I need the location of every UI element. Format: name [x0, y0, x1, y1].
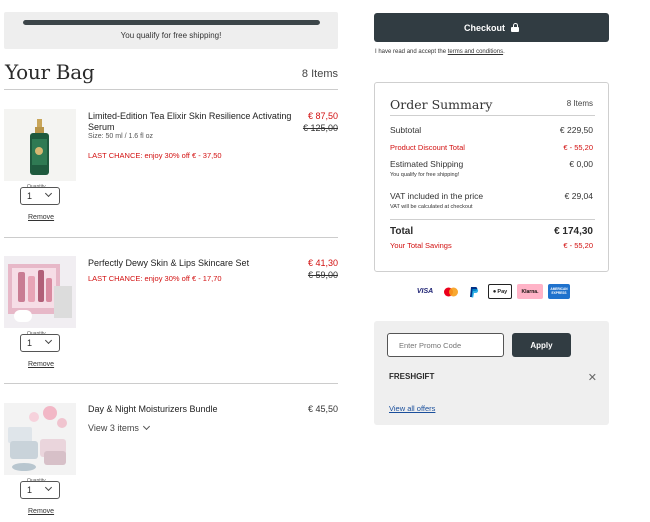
shipping-message: You qualify for free shipping!: [120, 31, 222, 40]
checkout-button[interactable]: Checkout: [374, 13, 609, 42]
product-image-serum[interactable]: [4, 109, 76, 181]
terms-prefix: I have read and accept the: [375, 49, 448, 55]
quantity-value: 1: [27, 191, 33, 201]
vat-value: € 29,04: [564, 191, 593, 201]
visa-icon: VISA: [416, 288, 434, 295]
order-summary-title: Order Summary: [390, 97, 493, 112]
paypal-icon: [465, 284, 483, 299]
shipping-label: Estimated Shipping: [390, 159, 464, 169]
quantity-select[interactable]: 1: [20, 187, 60, 205]
remove-link[interactable]: Remove: [28, 361, 54, 368]
view-all-offers-link[interactable]: View all offers: [389, 404, 435, 413]
divider: [4, 89, 338, 90]
view-items-toggle[interactable]: View 3 items: [88, 422, 150, 433]
total-value: € 174,30: [554, 226, 593, 237]
terms-link[interactable]: terms and conditions: [448, 49, 503, 55]
mastercard-icon: [442, 284, 460, 299]
divider: [390, 115, 595, 116]
free-shipping-banner: You qualify for free shipping!: [4, 12, 338, 49]
total-label: Total: [390, 226, 414, 237]
subtotal-value: € 229,50: [559, 125, 593, 135]
savings-label: Your Total Savings: [390, 241, 452, 250]
quantity-value: 1: [27, 485, 33, 495]
lock-icon: [511, 23, 519, 32]
original-price: € 125,00: [302, 123, 338, 133]
remove-link[interactable]: Remove: [28, 214, 54, 221]
promo-message: LAST CHANCE: enjoy 30% off € - 17,70: [88, 274, 222, 283]
apple-pay-icon: ● Pay: [488, 284, 512, 299]
sale-price: € 87,50: [307, 111, 338, 121]
promo-code-input[interactable]: [387, 333, 504, 357]
chevron-down-icon: [44, 483, 53, 492]
apply-button[interactable]: Apply: [512, 333, 571, 357]
chevron-down-icon: [44, 336, 53, 345]
close-icon[interactable]: ✕: [588, 371, 597, 384]
product-size: Size: 50 ml / 1.6 fl oz: [88, 133, 153, 140]
remove-link[interactable]: Remove: [28, 508, 54, 515]
checkout-label: Checkout: [463, 22, 505, 33]
chevron-down-icon: [44, 189, 53, 198]
product-price: € 45,50: [307, 404, 338, 414]
terms-notice: I have read and accept the terms and con…: [375, 49, 505, 55]
discount-label: Product Discount Total: [390, 143, 465, 152]
vat-note: VAT will be calculated at checkout: [390, 204, 473, 210]
divider: [4, 383, 338, 384]
amex-icon: AMERICAN EXPRESS: [548, 284, 570, 299]
product-image-skincare-set[interactable]: [4, 256, 76, 328]
applied-promo-code: FRESHGIFT: [389, 372, 435, 381]
shipping-note: You qualify for free shipping!: [390, 172, 460, 178]
savings-value: € - 55,20: [563, 241, 593, 250]
bag-item-count: 8 Items: [301, 68, 338, 80]
product-name[interactable]: Perfectly Dewy Skin & Lips Skincare Set: [88, 258, 249, 269]
summary-item-count: 8 Items: [566, 99, 593, 108]
apple-pay-label: Pay: [497, 288, 508, 295]
subtotal-label: Subtotal: [390, 125, 422, 135]
view-items-label: View 3 items: [88, 423, 139, 433]
promo-message: LAST CHANCE: enjoy 30% off € - 37,50: [88, 151, 222, 160]
bag-title: Your Bag: [5, 60, 95, 84]
sale-price: € 41,30: [307, 258, 338, 268]
order-summary: Order Summary 8 Items Subtotal € 229,50 …: [374, 82, 609, 272]
chevron-down-icon: [142, 422, 150, 431]
klarna-icon: Klarna.: [517, 284, 543, 299]
shipping-progress-fill: [23, 20, 320, 25]
original-price: € 59,00: [307, 270, 338, 280]
divider: [4, 237, 338, 238]
shipping-progress-bar: [23, 20, 320, 25]
product-name[interactable]: Day & Night Moisturizers Bundle: [88, 404, 218, 415]
product-image-moisturizer-bundle[interactable]: [4, 403, 76, 475]
discount-value: € - 55,20: [563, 143, 593, 152]
promo-code-panel: Apply FRESHGIFT ✕ View all offers: [374, 321, 609, 425]
vat-label: VAT included in the price: [390, 191, 484, 201]
terms-suffix: .: [503, 49, 505, 55]
quantity-select[interactable]: 1: [20, 481, 60, 499]
shipping-value: € 0,00: [569, 159, 593, 169]
divider: [390, 219, 595, 220]
quantity-select[interactable]: 1: [20, 334, 60, 352]
payment-methods: VISA ● Pay Klarna. AMERICAN EXPRESS: [413, 284, 570, 299]
quantity-value: 1: [27, 338, 33, 348]
product-name[interactable]: Limited-Edition Tea Elixir Skin Resilien…: [88, 111, 298, 133]
